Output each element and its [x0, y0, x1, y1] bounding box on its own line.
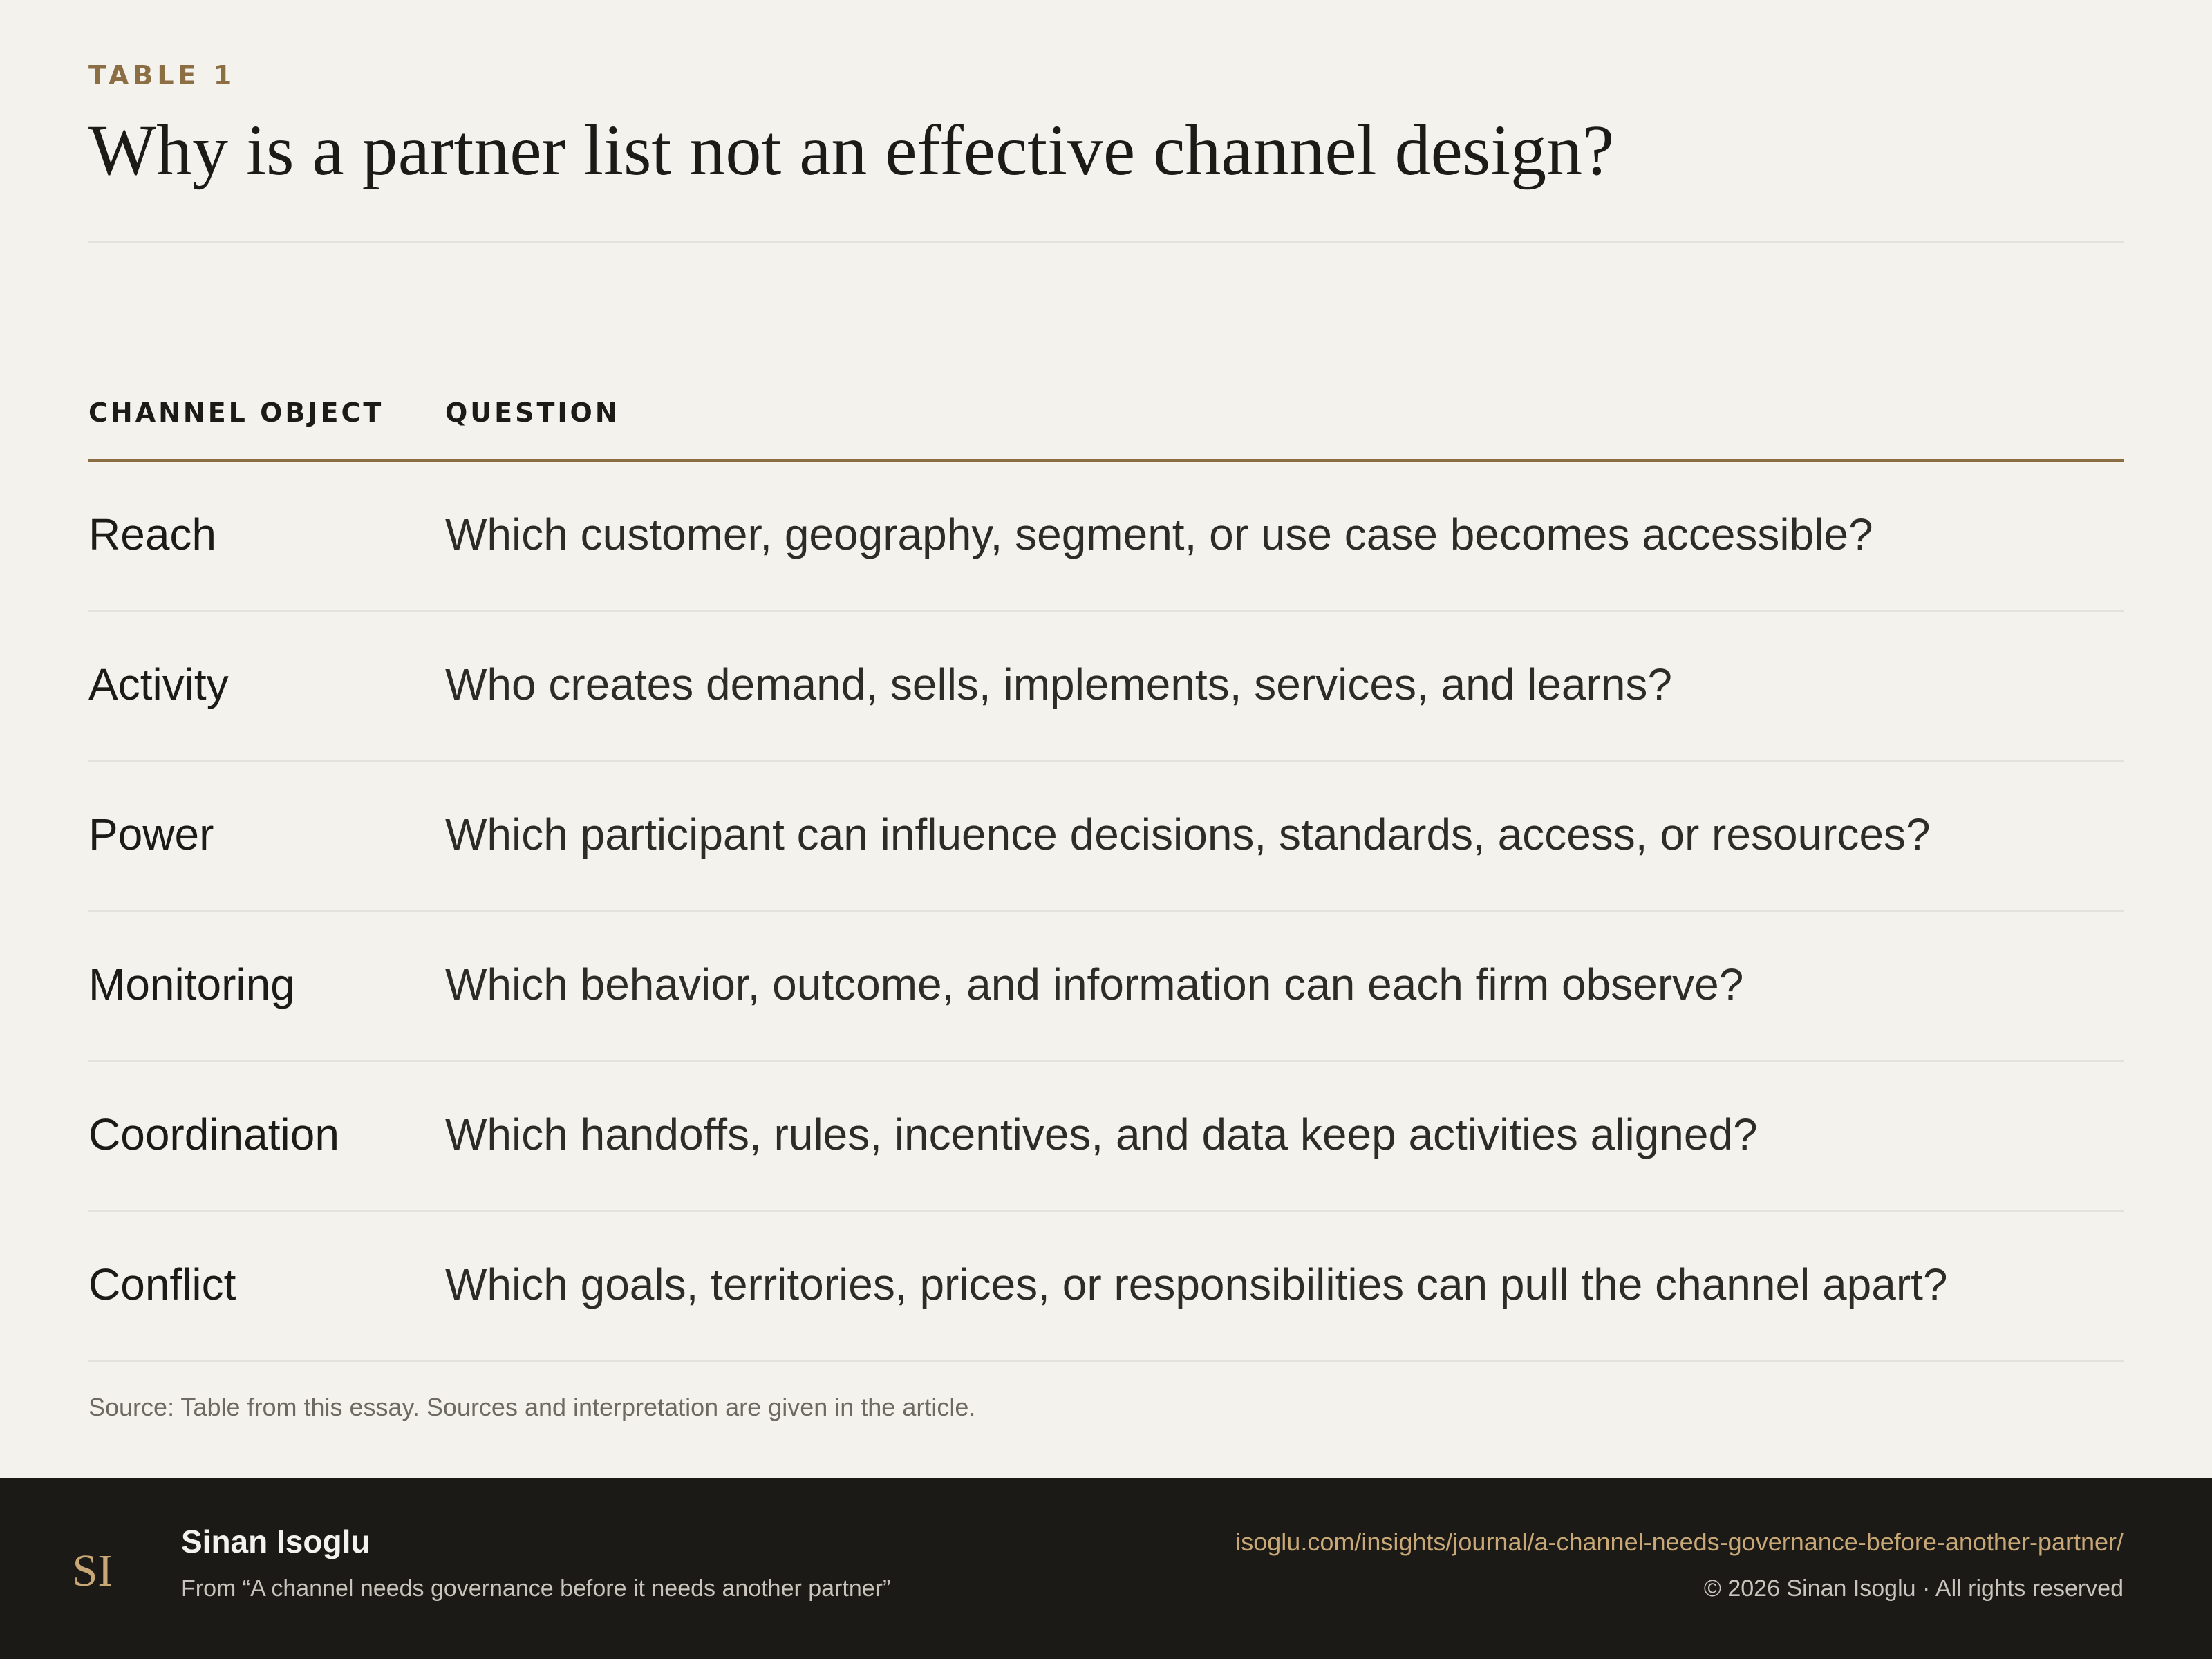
table-row: Coordination Which handoffs, rules, ince…: [88, 1062, 2124, 1212]
question-cell: Which participant can influence decision…: [445, 809, 1931, 859]
channel-object-cell: Monitoring: [88, 959, 295, 1009]
column-header-question: QUESTION: [445, 397, 620, 428]
channel-table: CHANNEL OBJECT QUESTION Reach Which cust…: [88, 337, 2124, 1362]
article-reference: From “A channel needs governance before …: [181, 1575, 891, 1602]
table-row: Conflict Which goals, territories, price…: [88, 1212, 2124, 1362]
logo-letters: SI: [73, 1546, 113, 1596]
question-cell: Which behavior, outcome, and information…: [445, 959, 1744, 1009]
copyright-notice: © 2026 Sinan Isoglu · All rights reserve…: [1703, 1575, 2124, 1602]
table-row: Activity Who creates demand, sells, impl…: [88, 612, 2124, 762]
question-cell: Who creates demand, sells, implements, s…: [445, 659, 1672, 709]
channel-object-cell: Activity: [88, 659, 229, 709]
table-figure: TABLE 1 Why is a partner list not an eff…: [88, 58, 2124, 1362]
question-cell: Which goals, territories, prices, or res…: [445, 1259, 1948, 1309]
table-row: Reach Which customer, geography, segment…: [88, 462, 2124, 612]
author-name: Sinan Isoglu: [181, 1524, 371, 1559]
column-header-channel-object: CHANNEL OBJECT: [88, 397, 384, 428]
question-cell: Which handoffs, rules, incentives, and d…: [445, 1109, 1758, 1159]
table-row: Monitoring Which behavior, outcome, and …: [88, 912, 2124, 1062]
si-monogram-logo: SI: [73, 1546, 113, 1596]
title-divider: [88, 241, 2124, 243]
article-link[interactable]: isoglu.com/insights/journal/a-channel-ne…: [1235, 1525, 2124, 1559]
source-note: Source: Table from this essay. Sources a…: [88, 1393, 976, 1421]
channel-object-cell: Power: [88, 809, 214, 859]
question-cell: Which customer, geography, segment, or u…: [445, 509, 1873, 559]
table-row: Power Which participant can influence de…: [88, 762, 2124, 912]
page-title: Why is a partner list not an effective c…: [88, 111, 1615, 190]
footer: SI Sinan Isoglu From “A channel needs go…: [0, 1478, 2212, 1659]
table-header: CHANNEL OBJECT QUESTION: [88, 337, 2124, 462]
channel-object-cell: Reach: [88, 509, 216, 559]
channel-object-cell: Conflict: [88, 1259, 236, 1309]
table-label: TABLE 1: [88, 60, 236, 91]
channel-object-cell: Coordination: [88, 1109, 339, 1159]
